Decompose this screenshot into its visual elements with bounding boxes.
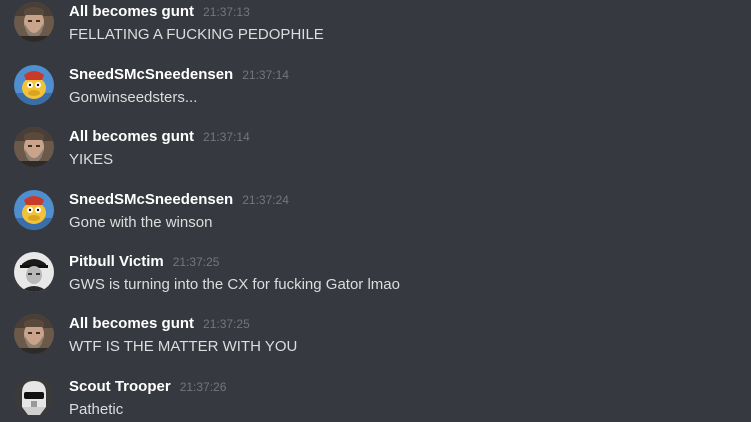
- chat-message: All becomes gunt 21:37:13 FELLATING A FUC…: [0, 0, 751, 62]
- timestamp: 21:37:25: [172, 255, 220, 269]
- timestamp: 21:37:13: [203, 5, 250, 19]
- chat-message-list: All becomes gunt 21:37:13 FELLATING A FUC…: [0, 0, 751, 422]
- bearded-man-avatar-icon: [14, 2, 54, 42]
- bearded-man-avatar-icon: [14, 127, 54, 167]
- avatar[interactable]: [14, 2, 54, 42]
- username[interactable]: All becomes gunt: [69, 128, 194, 145]
- cartoon-character-avatar-icon: [14, 65, 54, 105]
- message-text: WTF IS THE MATTER WITH YOU: [69, 338, 298, 355]
- chat-message: Pitbull Victim 21:37:25 GWS is turning in…: [0, 250, 751, 312]
- username[interactable]: SneedSMcSneedensen: [69, 66, 233, 83]
- scout-trooper-helmet-avatar-icon: [14, 377, 54, 417]
- message-text: FELLATING A FUCKING PEDOPHILE: [69, 26, 324, 43]
- black-white-portrait-avatar-icon: [14, 252, 54, 292]
- timestamp: 21:37:26: [179, 380, 227, 394]
- chat-message: All becomes gunt 21:37:14 YIKES: [0, 125, 751, 187]
- username[interactable]: SneedSMcSneedensen: [69, 191, 233, 208]
- message-text: Gone with the winson: [69, 214, 213, 231]
- timestamp: 21:37:14: [203, 130, 250, 144]
- cartoon-character-avatar-icon: [14, 190, 54, 230]
- chat-message: Scout Trooper 21:37:26 Pathetic: [0, 375, 751, 422]
- chat-message: SneedSMcSneedensen 21:37:14 Gonwinseedste…: [0, 63, 751, 125]
- avatar[interactable]: [14, 314, 54, 354]
- avatar[interactable]: [14, 252, 54, 292]
- chat-message: All becomes gunt 21:37:25 WTF IS THE MATT…: [0, 312, 751, 374]
- timestamp: 21:37:25: [203, 317, 250, 331]
- avatar[interactable]: [14, 190, 54, 230]
- bearded-man-avatar-icon: [14, 314, 54, 354]
- timestamp: 21:37:14: [242, 68, 289, 82]
- avatar[interactable]: [14, 377, 54, 417]
- timestamp: 21:37:24: [242, 193, 289, 207]
- avatar[interactable]: [14, 65, 54, 105]
- username[interactable]: All becomes gunt: [69, 3, 194, 20]
- message-text: Pathetic: [69, 401, 124, 418]
- chat-message: SneedSMcSneedensen 21:37:24 Gone with the…: [0, 188, 751, 250]
- message-text: Gonwinseedsters...: [69, 89, 198, 106]
- username[interactable]: All becomes gunt: [69, 315, 194, 332]
- username[interactable]: Scout Trooper: [69, 378, 171, 395]
- username[interactable]: Pitbull Victim: [69, 253, 164, 270]
- message-text: GWS is turning into the CX for fucking G…: [69, 276, 400, 293]
- message-text: YIKES: [69, 151, 114, 168]
- avatar[interactable]: [14, 127, 54, 167]
